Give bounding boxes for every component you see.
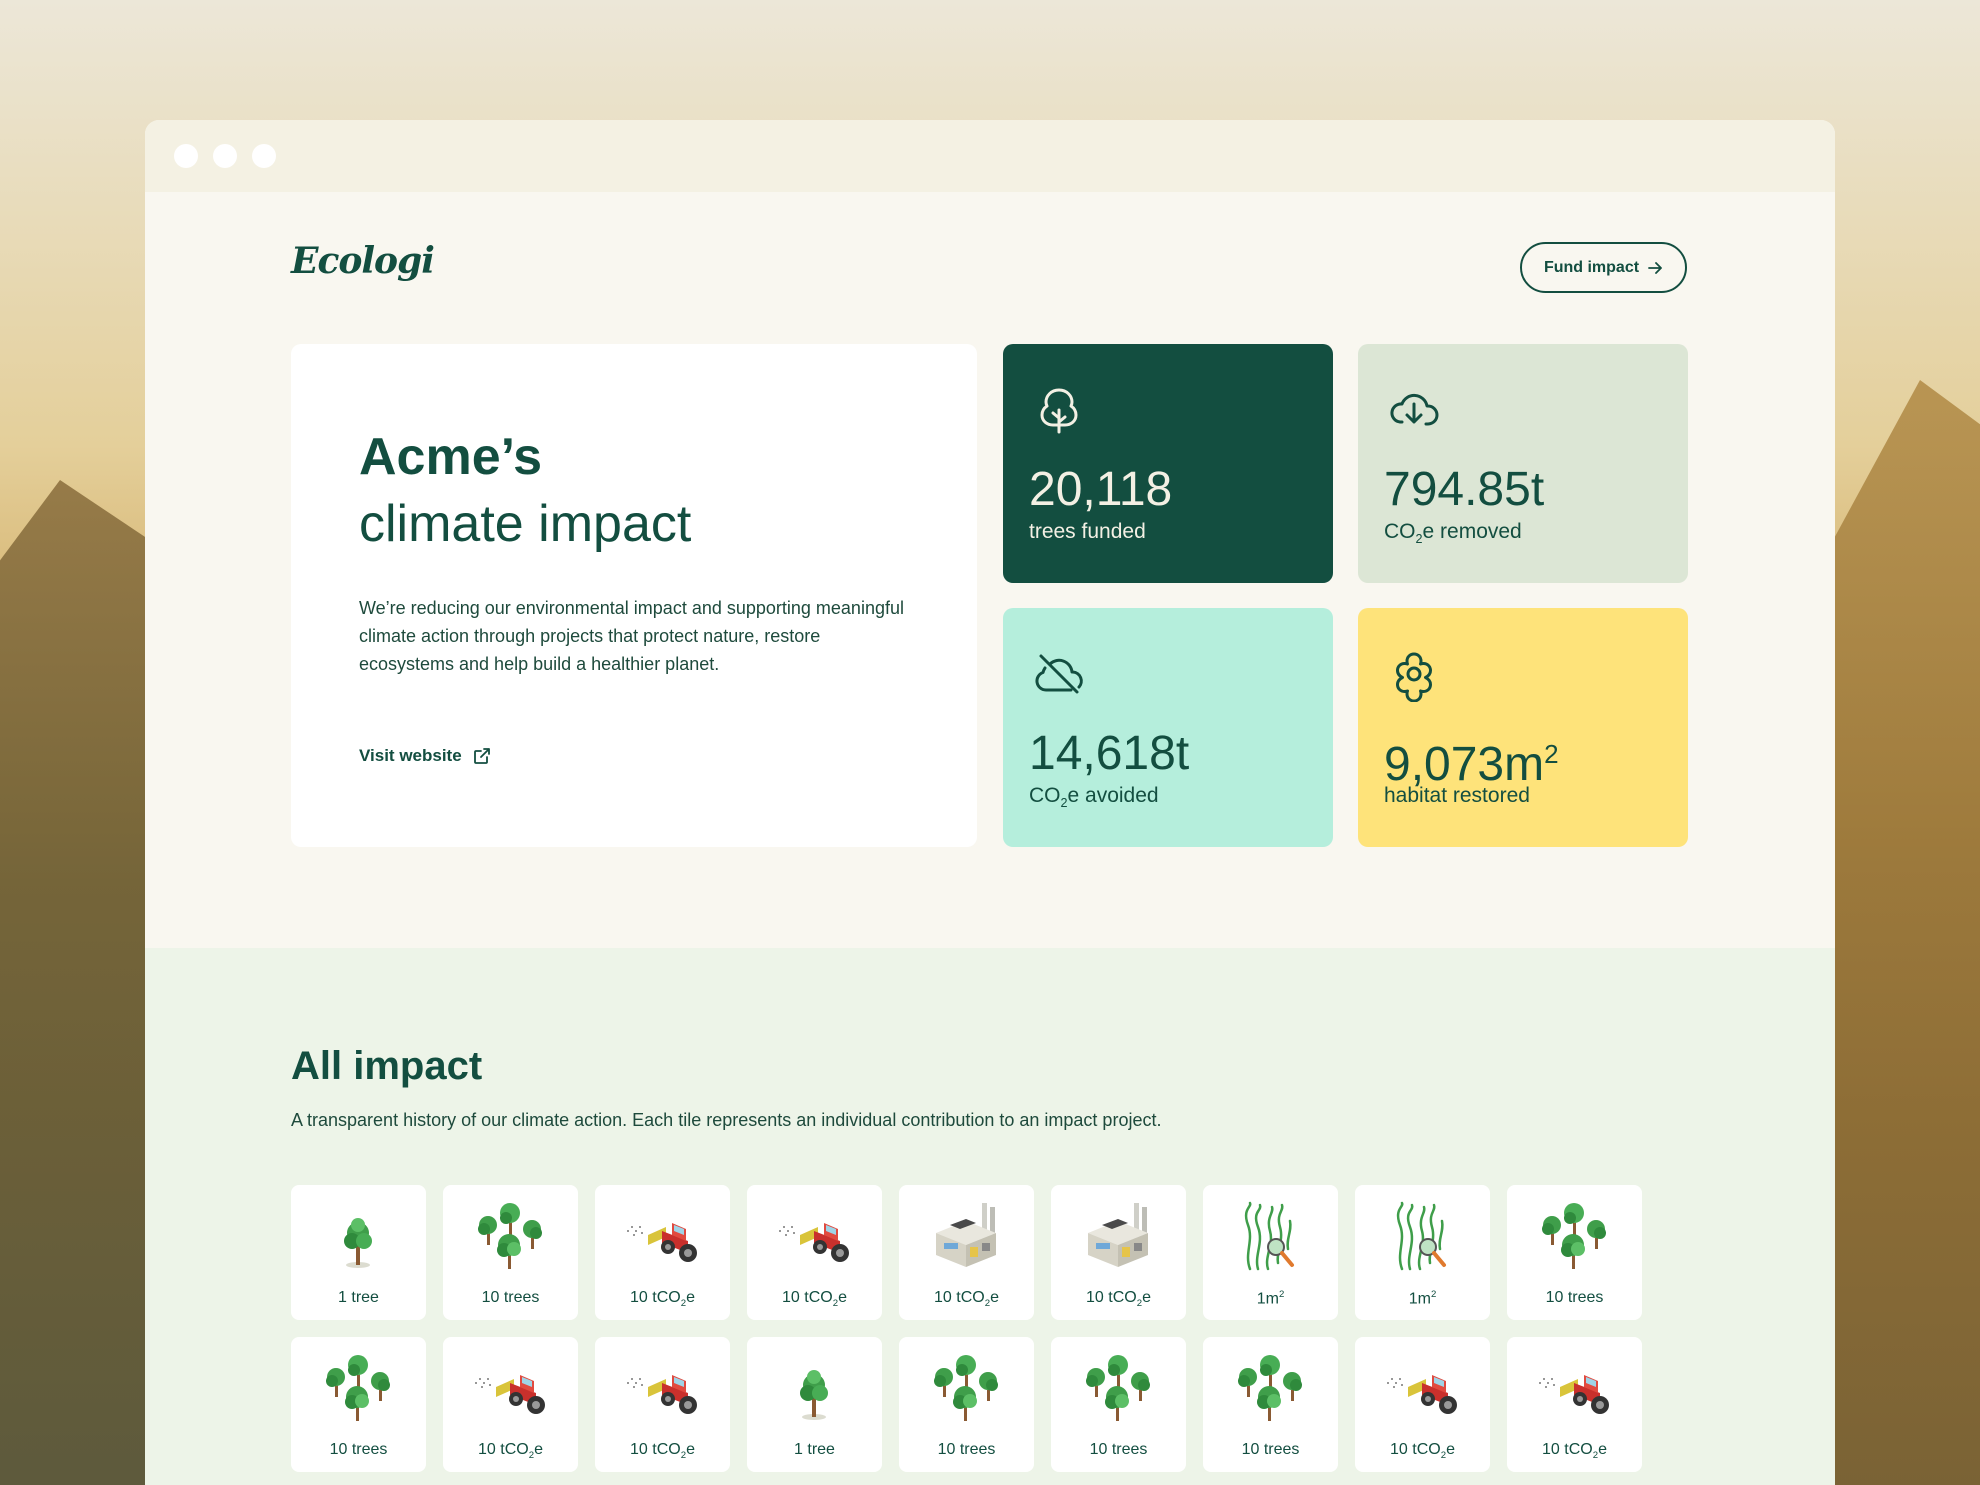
cloud-download-icon [1390, 393, 1439, 426]
stat-card-trees: 20,118 trees funded [1003, 344, 1333, 583]
trees-illustration [1078, 1349, 1158, 1429]
visit-website-label: Visit website [359, 746, 462, 765]
impact-tile-grid: 1 tree 10 trees 10 tCO2e 10 tCO2e 10 tCO2e 10… [291, 1185, 1691, 1472]
page-subtitle: climate impact [359, 495, 692, 553]
impact-tile-label: 1m2 [1256, 1289, 1285, 1308]
factory-illustration [1078, 1197, 1158, 1277]
impact-tile-label: 1 tree [338, 1289, 379, 1306]
impact-tile[interactable]: 10 trees [1203, 1337, 1338, 1472]
stat-card-habitat: 9,073m2 habitat restored [1358, 608, 1688, 847]
tree1-illustration [774, 1349, 854, 1429]
hero-section: Ecologi Fund impact Acme’s climate impac… [145, 192, 1835, 948]
fund-impact-button[interactable]: Fund impact [1520, 242, 1687, 293]
impact-tile-label: 1 tree [794, 1441, 835, 1458]
arrow-right-icon [1648, 261, 1662, 274]
trees-illustration [470, 1197, 550, 1277]
impact-tile[interactable]: 1 tree [291, 1185, 426, 1320]
seagrass-illustration [1230, 1197, 1310, 1277]
browser-window: Ecologi Fund impact Acme’s climate impac… [145, 120, 1835, 1485]
impact-tile-label: 10 tCO2e [782, 1289, 847, 1310]
impact-tile-label: 10 trees [1089, 1441, 1148, 1458]
impact-tile[interactable]: 10 tCO2e [595, 1185, 730, 1320]
all-impact-section: All impact A transparent history of our … [145, 948, 1835, 1485]
impact-tile-label: 10 trees [937, 1441, 996, 1458]
stat-card-avoided: 14,618t CO2e avoided [1003, 608, 1333, 847]
trees-illustration [926, 1349, 1006, 1429]
impact-tile[interactable]: 1 tree [747, 1337, 882, 1472]
external-link-icon [473, 748, 490, 764]
tree1-illustration [318, 1197, 398, 1277]
all-impact-title: All impact [291, 1044, 483, 1088]
stat-label-avoided: CO2e avoided [1029, 784, 1159, 811]
intro-description: We’re reducing our environmental impact … [359, 598, 904, 674]
impact-tile-label: 1m2 [1408, 1289, 1437, 1308]
page-title: Acme’s [359, 428, 543, 486]
impact-tile[interactable]: 10 trees [1051, 1337, 1186, 1472]
impact-tile[interactable]: 10 tCO2e [747, 1185, 882, 1320]
impact-tile-label: 10 tCO2e [630, 1441, 695, 1462]
impact-tile[interactable]: 10 tCO2e [1507, 1337, 1642, 1472]
background-mountain-right [1830, 380, 1980, 1485]
cloud-off-icon [1035, 654, 1083, 694]
stat-label-removed: CO2e removed [1384, 520, 1522, 547]
tractor-illustration [1534, 1349, 1614, 1429]
window-titlebar [145, 120, 1835, 192]
impact-tile[interactable]: 10 tCO2e [1355, 1337, 1490, 1472]
stat-card-removed: 794.85t CO2e removed [1358, 344, 1688, 583]
tractor-illustration [1382, 1349, 1462, 1429]
impact-tile[interactable]: 10 tCO2e [595, 1337, 730, 1472]
impact-tile-label: 10 tCO2e [1390, 1441, 1455, 1462]
impact-tile-label: 10 tCO2e [630, 1289, 695, 1310]
all-impact-subtitle: A transparent history of our climate act… [291, 1110, 1162, 1130]
stat-value-trees: 20,118 [1029, 463, 1173, 516]
tractor-illustration [774, 1197, 854, 1277]
factory-illustration [926, 1197, 1006, 1277]
seagrass-illustration [1382, 1197, 1462, 1277]
trees-illustration [318, 1349, 398, 1429]
tree-icon [1040, 388, 1078, 434]
impact-tile[interactable]: 10 tCO2e [1051, 1185, 1186, 1320]
impact-tile-label: 10 tCO2e [1542, 1441, 1607, 1462]
impact-tile[interactable]: 10 trees [443, 1185, 578, 1320]
trees-illustration [1534, 1197, 1614, 1277]
background-mountain-left [0, 480, 150, 1485]
window-dot-close[interactable] [174, 144, 198, 168]
window-dot-minimize[interactable] [213, 144, 237, 168]
stat-value-habitat: 9,073m2 [1384, 738, 1559, 791]
tractor-illustration [470, 1349, 550, 1429]
tractor-illustration [622, 1349, 702, 1429]
stat-label-trees: trees funded [1029, 520, 1146, 543]
intro-card: Acme’s climate impact We’re reducing our… [291, 344, 977, 847]
flower-icon [1396, 652, 1432, 702]
impact-tile[interactable]: 10 trees [1507, 1185, 1642, 1320]
impact-tile-label: 10 trees [1545, 1289, 1604, 1306]
tractor-illustration [622, 1197, 702, 1277]
stat-value-avoided: 14,618t [1029, 727, 1190, 780]
fund-impact-label: Fund impact [1543, 258, 1640, 276]
impact-tile[interactable]: 10 tCO2e [443, 1337, 578, 1472]
impact-tile-label: 10 tCO2e [478, 1441, 543, 1462]
trees-illustration [1230, 1349, 1310, 1429]
window-dot-maximize[interactable] [252, 144, 276, 168]
impact-tile[interactable]: 10 trees [899, 1337, 1034, 1472]
impact-tile[interactable]: 1m2 [1355, 1185, 1490, 1320]
stat-label-habitat: habitat restored [1384, 784, 1530, 807]
impact-tile-label: 10 trees [329, 1441, 388, 1458]
impact-tile-label: 10 tCO2e [1086, 1289, 1151, 1310]
impact-tile-label: 10 tCO2e [934, 1289, 999, 1310]
impact-tile-label: 10 trees [1241, 1441, 1300, 1458]
impact-tile[interactable]: 10 trees [291, 1337, 426, 1472]
impact-tile[interactable]: 1m2 [1203, 1185, 1338, 1320]
impact-tile[interactable]: 10 tCO2e [899, 1185, 1034, 1320]
visit-website-link[interactable]: Visit website [359, 746, 492, 766]
ecologi-logo[interactable]: Ecologi [291, 240, 435, 282]
stat-value-removed: 794.85t [1384, 463, 1545, 516]
impact-tile-label: 10 trees [481, 1289, 540, 1306]
